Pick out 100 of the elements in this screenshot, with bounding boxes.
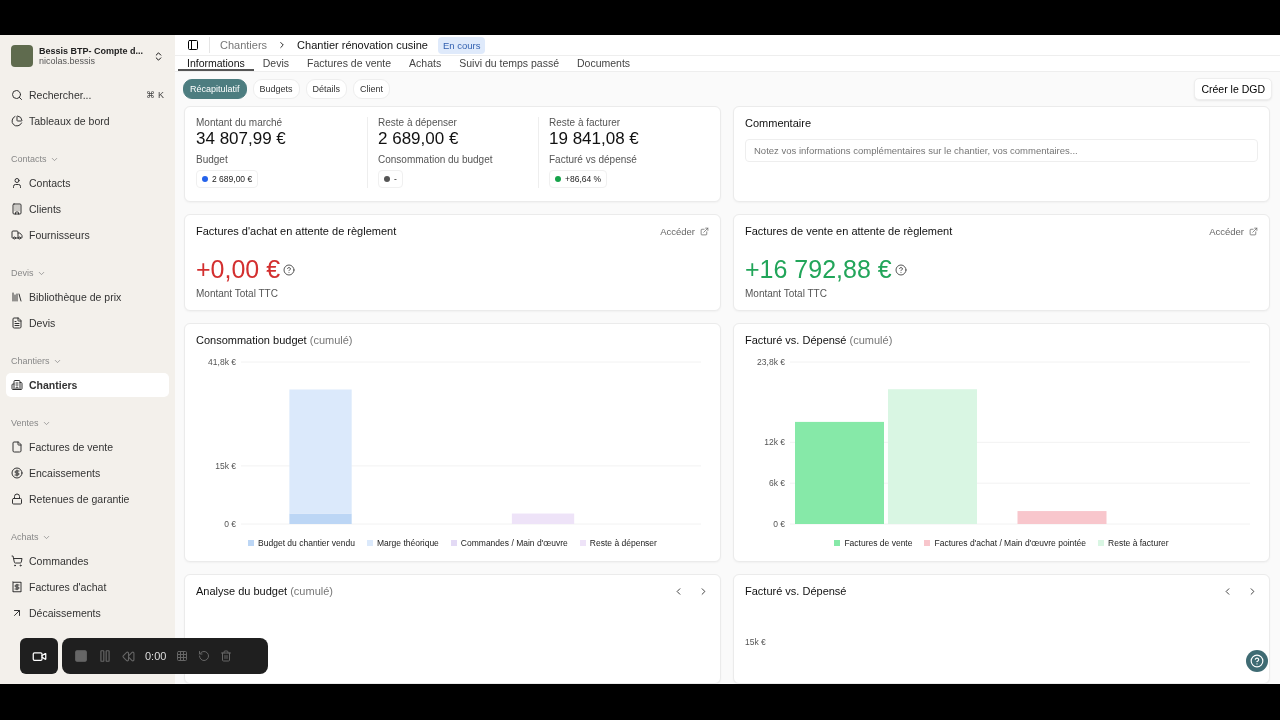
sidebar-item[interactable]: Factures d'achat [6,575,169,599]
trash-icon[interactable] [220,650,233,662]
sidebar-item[interactable]: Chantiers [6,373,169,397]
sidebar-item[interactable]: Tableaux de bord [6,109,169,133]
legend-label: Reste à dépenser [589,538,657,548]
axis-tick-label: 41,8k € [208,357,236,367]
card-title: Commentaire [745,117,813,129]
chip-value: +86,64 % [565,174,602,184]
sidebar-item[interactable]: Clients [6,197,169,221]
stat-value: 19 841,08 € [549,129,640,149]
stat-label: Reste à dépenser [378,117,458,128]
truck-icon [11,229,23,241]
axis-tick-label: 15k € [215,460,236,471]
tab[interactable]: Achats [400,56,451,71]
rewind-icon[interactable] [122,649,135,663]
tab[interactable]: Documents [568,56,640,71]
chip-value: - [394,174,397,184]
pause-icon[interactable] [98,649,112,663]
building-icon [11,203,23,215]
person-icon [11,177,23,189]
axis-tick-label: 12k € [764,437,785,448]
axis-tick-label: 23,8k € [757,357,785,367]
coin-icon [11,467,23,479]
arrow-up-right-icon [11,607,23,619]
tab[interactable]: Informations [178,56,254,71]
filter-chip[interactable]: Budgets [252,79,300,99]
stat-sublabel: Facturé vs dépensé [549,154,638,165]
company-logo [11,45,33,67]
camera-button[interactable] [20,638,58,674]
open-link[interactable]: Accéder [1209,225,1258,237]
library-icon [11,291,23,303]
grid-icon[interactable] [176,650,189,662]
restart-icon[interactable] [198,650,211,662]
filter-chip[interactable]: Détails [305,79,348,99]
sidebar-item[interactable]: Devis [6,311,169,335]
external-link-icon [700,226,709,236]
sidebar-item[interactable]: Décaissements [6,601,169,625]
account-name: Bessis BTP- Compte d... [39,46,145,56]
document-icon [11,317,23,329]
chart-bar [511,513,575,524]
stat-label: Montant du marché [196,117,284,128]
status-badge: En cours [437,36,486,54]
legend-swatch [834,540,841,546]
pie-chart-icon [11,115,23,127]
legend-label: Marge théorique [376,538,439,548]
stat-value: 2 689,00 € [378,129,460,149]
sidebar-item[interactable]: Fournisseurs [6,223,169,247]
tab[interactable]: Devis [253,56,299,71]
shortcut-label: ⌘ K [146,90,164,100]
axis-tick-label: 15k € [745,637,767,647]
card-title: Analyse du budget (cumulé) [196,585,333,597]
legend-label: Commandes / Main d'œuvre [460,538,568,548]
chip-value: 2 689,00 € [212,174,253,184]
account-switcher[interactable]: Bessis BTP- Compte d... nicolas.bessis [6,41,169,71]
recording-time: 0:00 [145,650,167,662]
stat-value: 34 807,99 € [196,129,287,149]
tab[interactable]: Suivi du temps passé [450,56,568,71]
stat-label: Reste à facturer [549,117,622,128]
sidebar-toggle-icon[interactable] [187,39,199,52]
breadcrumb-current: Chantier rénovation cusine [297,39,428,52]
legend-label: Factures de vente [844,538,913,548]
sidebar-item[interactable]: Retenues de garantie [6,487,169,511]
account-user: nicolas.bessis [39,56,97,66]
help-icon [1250,654,1264,668]
help-icon [283,263,296,276]
axis-tick-label: 6k € [768,478,785,489]
tab[interactable]: Factures de vente [298,56,401,71]
filter-chip[interactable]: Client [353,79,391,99]
legend-swatch [366,540,373,546]
sidebar-item[interactable]: Contacts [6,171,169,195]
card-title: Facturé vs. Dépensé (cumulé) [745,334,894,346]
open-link[interactable]: Accéder [660,225,709,237]
stat-sublabel: Budget [196,154,229,165]
filter-chip[interactable]: Récapitulatif [183,79,247,99]
sidebar-item[interactable]: Bibliothèque de prix [6,285,169,309]
legend-swatch [248,540,255,546]
legend-swatch [450,540,457,546]
legend-label: Reste à facturer [1108,538,1169,548]
sidebar-item[interactable]: Rechercher... ⌘ K [6,83,169,107]
amount-value: +0,00 € [196,255,281,284]
create-dgd-button[interactable]: Créer le DGD [1194,78,1272,100]
card-title: Factures de vente en attente de règlement [745,225,953,237]
sidebar-item[interactable]: Encaissements [6,461,169,485]
legend-swatch [579,540,586,546]
up-down-chevron-icon [153,50,164,62]
comment-field[interactable]: Notez vos informations complémentaires sur le chantier, vos commentaires... [745,139,1258,162]
cart-icon [11,555,23,567]
card-title: Consommation budget (cumulé) [196,334,354,346]
help-icon [894,263,907,276]
buildings-icon [11,379,23,391]
lock-icon [11,493,23,505]
sidebar-item[interactable]: Factures de vente [6,435,169,459]
amount-value: +16 792,88 € [745,255,892,284]
legend-swatch [924,540,931,546]
sidebar-item[interactable]: Commandes [6,549,169,573]
search-icon [11,89,23,101]
external-link-icon [1249,226,1258,236]
breadcrumb-link[interactable]: Chantiers [220,39,268,52]
axis-tick-label: 0 € [773,519,785,529]
stop-icon[interactable] [74,649,88,663]
